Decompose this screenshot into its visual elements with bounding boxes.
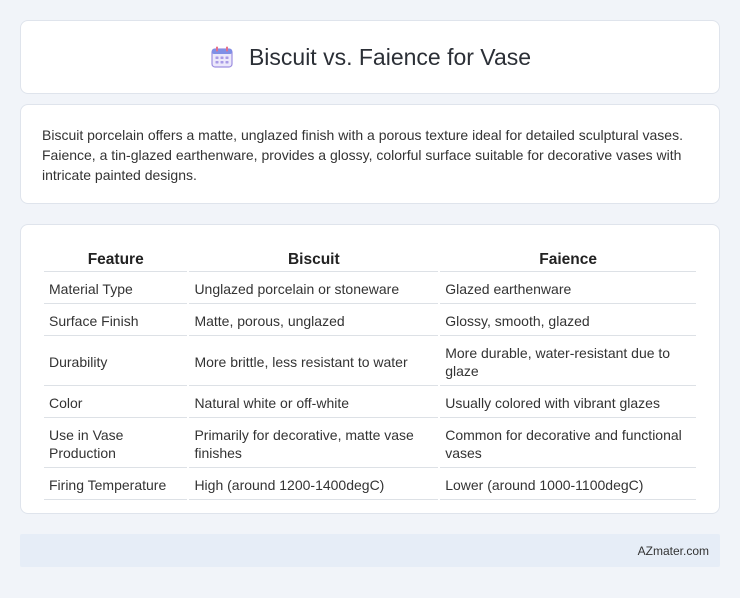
table-cell-feature: Durability (44, 338, 188, 386)
comparison-table: Feature Biscuit Faience Material Type Un… (42, 245, 698, 502)
table-cell-biscuit: Natural white or off-white (189, 388, 439, 418)
footer-bar: AZmater.com (20, 534, 720, 567)
comparison-card: Feature Biscuit Faience Material Type Un… (20, 224, 720, 514)
table-cell-feature: Use in Vase Production (44, 420, 188, 468)
calendar-icon (209, 44, 235, 70)
table-row: Material Type Unglazed porcelain or ston… (44, 274, 696, 304)
table-row: Color Natural white or off-white Usually… (44, 388, 696, 418)
table-cell-feature: Firing Temperature (44, 470, 188, 500)
table-cell-feature: Surface Finish (44, 306, 188, 336)
table-cell-biscuit: Primarily for decorative, matte vase fin… (189, 420, 439, 468)
table-cell-faience: Glazed earthenware (440, 274, 696, 304)
table-row: Firing Temperature High (around 1200-140… (44, 470, 696, 500)
description-text: Biscuit porcelain offers a matte, unglaz… (42, 127, 683, 183)
table-cell-faience: More durable, water-resistant due to gla… (440, 338, 696, 386)
page-title: Biscuit vs. Faience for Vase (248, 43, 532, 70)
footer-brand[interactable]: AZmater.com (638, 544, 709, 558)
table-cell-biscuit: Matte, porous, unglazed (189, 306, 439, 336)
table-cell-faience: Lower (around 1000-1100degC) (440, 470, 696, 500)
header-biscuit: Biscuit (189, 247, 439, 272)
table-cell-faience: Glossy, smooth, glazed (440, 306, 696, 336)
table-cell-faience: Usually colored with vibrant glazes (440, 388, 696, 418)
description-card: Biscuit porcelain offers a matte, unglaz… (20, 104, 720, 204)
title-card: Biscuit vs. Faience for Vase (20, 20, 720, 94)
title-wrap: Biscuit vs. Faience for Vase (209, 44, 531, 71)
table-cell-biscuit: Unglazed porcelain or stoneware (189, 274, 439, 304)
table-cell-feature: Color (44, 388, 188, 418)
table-cell-faience: Common for decorative and functional vas… (440, 420, 696, 468)
table-row: Surface Finish Matte, porous, unglazed G… (44, 306, 696, 336)
table-header-row: Feature Biscuit Faience (44, 247, 696, 272)
header-faience: Faience (440, 247, 696, 272)
table-cell-biscuit: High (around 1200-1400degC) (189, 470, 439, 500)
table-cell-feature: Material Type (44, 274, 188, 304)
header-feature: Feature (44, 247, 188, 272)
table-row: Durability More brittle, less resistant … (44, 338, 696, 386)
table-cell-biscuit: More brittle, less resistant to water (189, 338, 439, 386)
table-row: Use in Vase Production Primarily for dec… (44, 420, 696, 468)
